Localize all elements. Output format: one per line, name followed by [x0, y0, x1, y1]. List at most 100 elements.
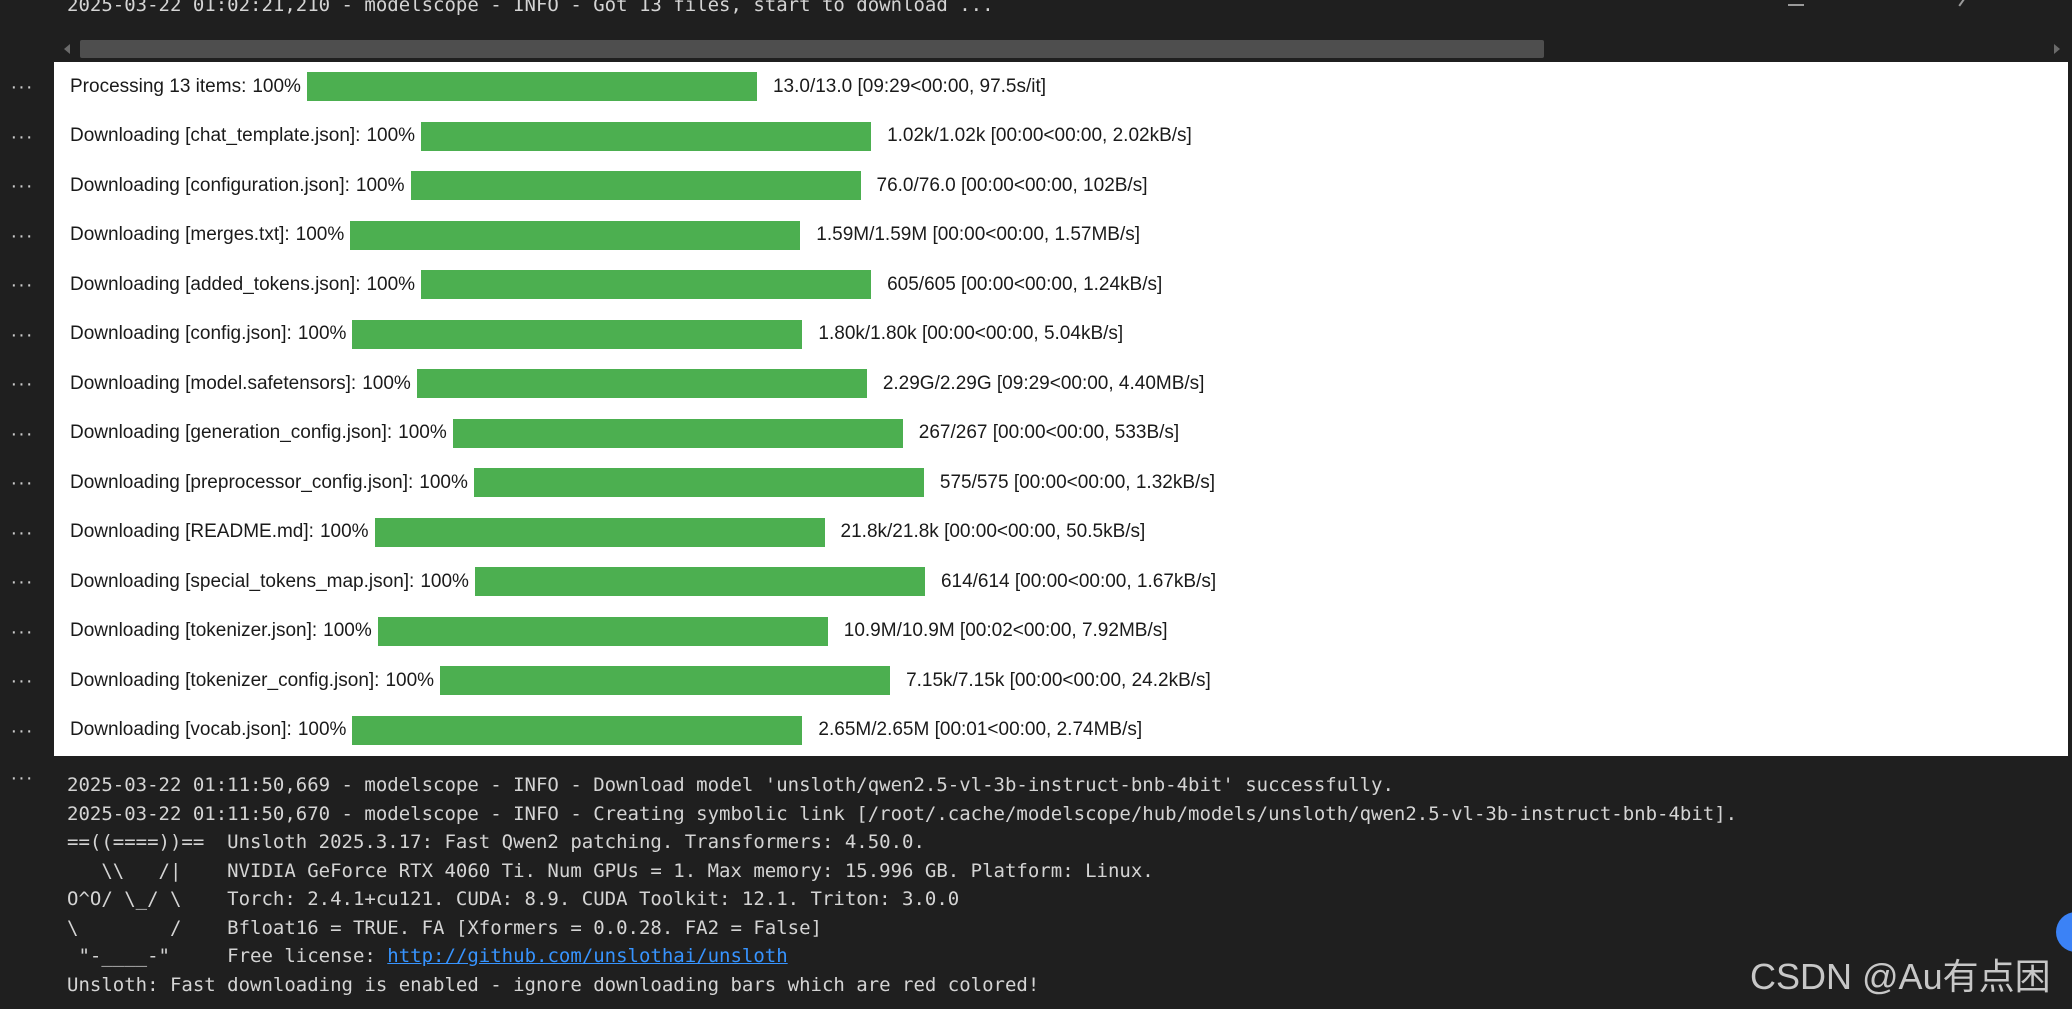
progress-percent: 100%: [420, 570, 469, 592]
progress-stats: 21.8k/21.8k [00:00<00:00, 50.5kB/s]: [840, 521, 1146, 543]
progress-percent: 100%: [355, 174, 405, 196]
progress-bar: [352, 319, 803, 349]
progress-stats: 2.29G/2.29G [09:29<00:00, 4.40MB/s]: [882, 372, 1205, 394]
progress-row: Downloading [vocab.json]: 100% 2.65M/2.65M…: [54, 706, 2068, 756]
progress-percent: 100%: [297, 323, 347, 345]
progress-row: Downloading [generation_config.json]: 100…: [54, 409, 2068, 459]
progress-label: Downloading [chat_template.json]:: [70, 125, 361, 147]
progress-bar: [410, 171, 861, 201]
license-link[interactable]: http://github.com/unslothai/unsloth: [387, 945, 787, 967]
output-menu-icon[interactable]: ···: [0, 176, 44, 201]
progress-stats: 1.59M/1.59M [00:00<00:00, 1.57MB/s]: [816, 224, 1141, 246]
log-line: 2025-03-22 01:11:50,670 - modelscope - I…: [67, 802, 1738, 825]
scrollbar-thumb[interactable]: [80, 40, 1544, 58]
log-line: O^O/ \_/ \ Torch: 2.4.1+cu121. CUDA: 8.9…: [67, 888, 960, 910]
progress-row: Downloading [README.md]: 100% 21.8k/21.8k …: [54, 508, 2068, 558]
output-menu-icon[interactable]: ···: [0, 77, 44, 102]
top-log-area: 2025-03-22 01:02:21,210 - modelscope - I…: [0, 0, 2072, 38]
output-menu-icon[interactable]: ···: [0, 127, 44, 152]
progress-stats: 1.02k/1.02k [00:00<00:00, 2.02kB/s]: [887, 125, 1192, 147]
progress-percent: 100%: [385, 669, 435, 691]
progress-stats: 575/575 [00:00<00:00, 1.32kB/s]: [939, 471, 1216, 493]
progress-bar: [374, 517, 825, 547]
progress-label: Downloading [configuration.json]:: [70, 174, 350, 196]
progress-row: Downloading [chat_template.json]: 100% 1.0…: [54, 112, 2068, 162]
horizontal-scrollbar[interactable]: [60, 38, 2060, 62]
progress-bar: [352, 715, 803, 745]
progress-label: Downloading [generation_config.json]:: [70, 422, 393, 444]
progress-bar: [452, 418, 903, 448]
progress-bar: [473, 468, 924, 498]
output-menu-icon[interactable]: ···: [0, 374, 44, 399]
progress-bar: [440, 666, 891, 696]
progress-label: Downloading [README.md]:: [70, 521, 314, 543]
progress-row: Downloading [config.json]: 100% 1.80k/1.80…: [54, 310, 2068, 360]
output-menu-icon[interactable]: ···: [0, 473, 44, 498]
progress-percent: 100%: [362, 372, 411, 394]
progress-stats: 614/614 [00:00<00:00, 1.67kB/s]: [940, 570, 1217, 592]
progress-output: Processing 13 items: 100% 13.0/13.0 [09:29…: [54, 62, 2068, 756]
progress-row: Downloading [added_tokens.json]: 100% 605/…: [54, 260, 2068, 310]
progress-label: Downloading [config.json]:: [70, 323, 292, 345]
minimize-icon[interactable]: [1788, 0, 1804, 6]
output-menu-icon[interactable]: ···: [0, 325, 44, 350]
progress-row: Downloading [tokenizer_config.json]: 100%…: [54, 656, 2068, 706]
top-log-line: 2025-03-22 01:02:21,210 - modelscope - I…: [67, 0, 994, 16]
progress-row: Processing 13 items: 100% 13.0/13.0 [09:29…: [54, 62, 2068, 112]
output-menu-icon[interactable]: ···: [0, 226, 44, 251]
output-menu-icon[interactable]: ···: [0, 671, 44, 696]
progress-bar: [416, 369, 867, 399]
output-menu-icon[interactable]: ···: [0, 523, 44, 548]
progress-percent: 100%: [398, 422, 447, 444]
progress-label: Downloading [merges.txt]:: [70, 224, 290, 246]
output-menu-icon[interactable]: ···: [0, 622, 44, 647]
progress-label: Downloading [preprocessor_config.json]:: [70, 471, 414, 493]
progress-bar: [421, 270, 872, 300]
log-line: \\ /| NVIDIA GeForce RTX 4060 Ti. Num GP…: [67, 859, 1154, 882]
output-menu-icon[interactable]: ···: [0, 275, 44, 300]
progress-label: Downloading [added_tokens.json]:: [70, 273, 361, 295]
progress-percent: 100%: [366, 125, 416, 147]
floating-action-icon[interactable]: [2056, 912, 2072, 952]
log-line: ==((====))== Unsloth 2025.3.17: Fast Qwe…: [67, 831, 925, 853]
progress-row: Downloading [preprocessor_config.json]: 1…: [54, 458, 2068, 508]
progress-percent: 100%: [319, 521, 369, 543]
progress-percent: 100%: [295, 224, 345, 246]
bottom-log: 2025-03-22 01:11:50,669 - modelscope - I…: [67, 771, 2017, 999]
progress-stats: 10.9M/10.9M [00:02<00:00, 7.92MB/s]: [843, 620, 1168, 642]
progress-stats: 2.65M/2.65M [00:01<00:00, 2.74MB/s]: [818, 719, 1143, 741]
progress-label: Downloading [tokenizer_config.json]:: [70, 669, 380, 691]
progress-percent: 100%: [366, 273, 416, 295]
log-line: \ / Bfloat16 = TRUE. FA [Xformers = 0.0.…: [67, 916, 822, 939]
log-line: Unsloth: Fast downloading is enabled - i…: [67, 973, 1040, 996]
progress-stats: 7.15k/7.15k [00:00<00:00, 24.2kB/s]: [906, 669, 1211, 691]
progress-stats: 267/267 [00:00<00:00, 533B/s]: [918, 422, 1180, 444]
log-line-license: "-____-" Free license: http://github.com…: [67, 942, 2017, 971]
progress-row: Downloading [model.safetensors]: 100% 2.29…: [54, 359, 2068, 409]
progress-stats: 605/605 [00:00<00:00, 1.24kB/s]: [887, 273, 1163, 295]
progress-label: Processing 13 items:: [70, 75, 247, 97]
log-line: 2025-03-22 01:11:50,669 - modelscope - I…: [67, 774, 1394, 796]
progress-bar: [350, 220, 801, 250]
progress-row: Downloading [tokenizer.json]: 100% 10.9M/1…: [54, 607, 2068, 657]
progress-bar: [306, 72, 757, 102]
progress-percent: 100%: [323, 620, 372, 642]
watermark: CSDN @Au有点困: [1750, 956, 2051, 997]
progress-bar: [421, 121, 872, 151]
chevron-icon[interactable]: [1950, 0, 1966, 7]
scroll-right-icon[interactable]: [2054, 44, 2060, 54]
output-menu-icon[interactable]: ···: [0, 721, 44, 746]
output-menu-icon[interactable]: ···: [0, 768, 44, 793]
license-prefix: "-____-" Free license:: [67, 945, 388, 967]
output-menu-icon[interactable]: ···: [0, 424, 44, 449]
progress-stats: 13.0/13.0 [09:29<00:00, 97.5s/it]: [772, 75, 1047, 97]
progress-stats: 76.0/76.0 [00:00<00:00, 102B/s]: [876, 174, 1148, 196]
scroll-left-icon[interactable]: [64, 44, 70, 54]
progress-row: Downloading [special_tokens_map.json]: 10…: [54, 557, 2068, 607]
progress-stats: 1.80k/1.80k [00:00<00:00, 5.04kB/s]: [818, 323, 1124, 345]
progress-bar: [474, 567, 925, 597]
progress-label: Downloading [special_tokens_map.json]:: [70, 570, 415, 592]
output-menu-icon[interactable]: ···: [0, 572, 44, 597]
progress-label: Downloading [tokenizer.json]:: [70, 620, 318, 642]
progress-percent: 100%: [252, 75, 301, 97]
